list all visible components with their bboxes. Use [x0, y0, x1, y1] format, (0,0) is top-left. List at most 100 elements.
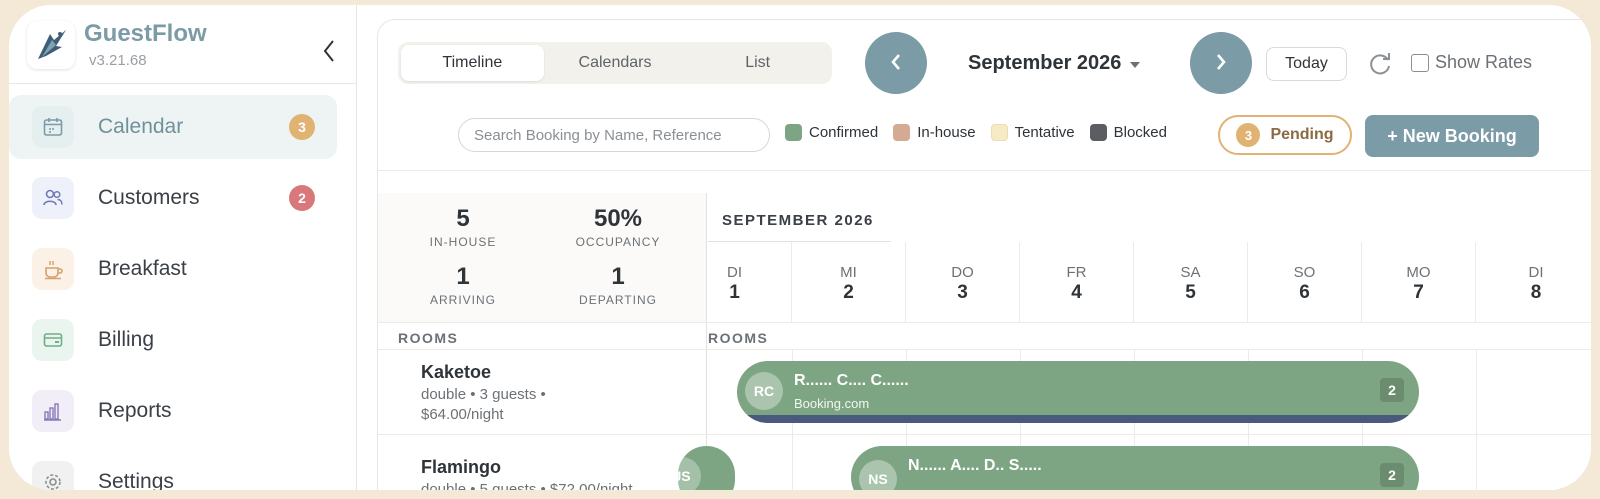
- in-house-swatch: [893, 124, 911, 141]
- coffee-icon: [32, 248, 74, 290]
- day-number: 6: [1299, 282, 1310, 303]
- tab-calendars[interactable]: Calendars: [544, 45, 687, 81]
- stat-value: 5: [456, 205, 470, 232]
- day-column-header[interactable]: MI 2: [792, 242, 906, 322]
- booking-bar[interactable]: RC R...... C.... C...... Booking.com 2: [737, 361, 1419, 423]
- chevron-left-icon: [889, 48, 903, 79]
- toolbar-divider: [378, 170, 1591, 171]
- collapse-sidebar-button[interactable]: [313, 37, 345, 69]
- users-icon: [32, 177, 74, 219]
- bird-logo-icon: [27, 21, 75, 69]
- room-name: Kaketoe: [421, 362, 492, 382]
- guest-name: R...... C.... C......: [794, 372, 909, 389]
- row-divider: [378, 434, 1591, 435]
- guest-avatar: JS: [678, 457, 701, 490]
- today-button[interactable]: Today: [1266, 47, 1347, 81]
- sidebar-item-label: Reports: [98, 399, 172, 422]
- sidebar-item-settings[interactable]: Settings: [9, 450, 337, 490]
- refresh-icon[interactable]: [1366, 50, 1394, 78]
- legend-tentative: Tentative: [990, 124, 1075, 141]
- show-rates-label: Show Rates: [1435, 52, 1533, 72]
- legend-in-house: In-house: [893, 124, 976, 141]
- pending-bookings-button[interactable]: 3 Pending: [1218, 115, 1352, 155]
- day-column-header[interactable]: DI 8: [1476, 242, 1591, 322]
- stat-label: IN-HOUSE: [429, 235, 497, 249]
- grid-line: [1476, 349, 1477, 490]
- credit-card-icon: [32, 319, 74, 361]
- sidebar-item-customers[interactable]: Customers 2: [9, 166, 337, 230]
- day-column-header[interactable]: DI 1: [678, 242, 792, 322]
- booking-source: Booking.com: [794, 396, 870, 411]
- rooms-header: ROOMS: [398, 330, 459, 346]
- booking-bar[interactable]: NS N...... A.... D.. S..... 2: [851, 446, 1419, 490]
- day-number: 1: [729, 282, 740, 303]
- stat-value: 1: [456, 263, 470, 290]
- previous-month-button[interactable]: [865, 32, 927, 94]
- tab-timeline[interactable]: Timeline: [401, 45, 544, 81]
- day-number: 3: [957, 282, 968, 303]
- stat-value: 50%: [593, 205, 643, 232]
- new-booking-button[interactable]: + New Booking: [1365, 115, 1539, 157]
- booking-bar[interactable]: JS: [678, 446, 735, 490]
- rooms-header-timeline: ROOMS: [708, 330, 769, 346]
- next-month-button[interactable]: [1190, 32, 1252, 94]
- month-selector[interactable]: September 2026: [968, 52, 1141, 75]
- day-column-header[interactable]: FR 4: [1020, 242, 1134, 322]
- tentative-swatch: [990, 124, 1008, 141]
- bar-chart-icon: [32, 390, 74, 432]
- stat-departing: 1 DEPARTING: [548, 263, 688, 307]
- day-name: FR: [1066, 264, 1087, 281]
- tab-list[interactable]: List: [686, 45, 829, 81]
- sidebar-item-breakfast[interactable]: Breakfast: [9, 237, 337, 301]
- pending-count-badge: 3: [1236, 123, 1261, 147]
- view-tabs: Timeline Calendars List: [398, 42, 832, 84]
- sidebar-item-label: Calendar: [98, 115, 184, 138]
- sidebar-item-label: Billing: [98, 328, 155, 351]
- guest-count-badge: 2: [1380, 378, 1404, 402]
- app-version: v3.21.68: [89, 52, 147, 69]
- day-column-header[interactable]: MO 7: [1362, 242, 1476, 322]
- guest-name: N...... A.... D.. S.....: [908, 457, 1042, 474]
- room-flamingo[interactable]: Flamingo double • 5 guests • $72.00/nigh…: [421, 457, 681, 490]
- room-kaketoe[interactable]: Kaketoe double • 3 guests • $64.00/night: [421, 362, 591, 425]
- day-number: 7: [1413, 282, 1424, 303]
- calendar-badge: 3: [289, 114, 315, 140]
- sidebar-item-calendar[interactable]: Calendar 3: [9, 95, 337, 159]
- sidebar-item-billing[interactable]: Billing: [9, 308, 337, 372]
- day-column-header[interactable]: SO 6: [1248, 242, 1362, 322]
- current-month: September 2026: [968, 52, 1122, 74]
- show-rates-checkbox[interactable]: [1411, 53, 1429, 72]
- day-number: 5: [1185, 282, 1196, 303]
- gear-icon: [32, 461, 74, 490]
- chevron-right-icon: [1214, 48, 1228, 79]
- caret-down-icon: [1129, 52, 1141, 75]
- guest-count-badge: 2: [1380, 463, 1404, 487]
- sidebar-item-label: Breakfast: [98, 257, 187, 280]
- occupancy-stats: 5 IN-HOUSE 50% OCCUPANCY 1 ARRIVING 1 DE…: [378, 193, 707, 323]
- day-column-header[interactable]: SA 5: [1134, 242, 1248, 322]
- stat-arriving: 1 ARRIVING: [393, 263, 533, 307]
- guest-avatar: RC: [745, 372, 783, 410]
- day-name: MO: [1406, 264, 1431, 281]
- legend-label: In-house: [917, 124, 976, 141]
- channel-stripe: [737, 415, 1419, 423]
- stat-in-house: 5 IN-HOUSE: [393, 205, 533, 249]
- status-legend: Confirmed In-house Tentative Blocked: [785, 124, 1167, 141]
- stat-label: ARRIVING: [429, 293, 496, 307]
- show-rates-toggle[interactable]: Show Rates: [1411, 52, 1532, 73]
- sidebar-item-reports[interactable]: Reports: [9, 379, 337, 443]
- sidebar: GuestFlow v3.21.68 Calendar 3 Customers …: [9, 5, 357, 490]
- day-number: 4: [1071, 282, 1082, 303]
- guest-avatar: NS: [859, 460, 897, 490]
- confirmed-swatch: [785, 124, 802, 141]
- day-name: DI: [1528, 264, 1544, 281]
- brand-name: GuestFlow: [84, 20, 207, 47]
- legend-blocked: Blocked: [1089, 124, 1167, 141]
- blocked-swatch: [1089, 124, 1107, 141]
- room-detail: double • 5 guests • $72.00/night: [421, 481, 633, 490]
- legend-label: Confirmed: [809, 124, 879, 141]
- grid-header-divider: [378, 322, 1591, 323]
- day-column-header[interactable]: DO 3: [906, 242, 1020, 322]
- search-booking-input[interactable]: [458, 118, 770, 152]
- stat-occupancy: 50% OCCUPANCY: [548, 205, 688, 249]
